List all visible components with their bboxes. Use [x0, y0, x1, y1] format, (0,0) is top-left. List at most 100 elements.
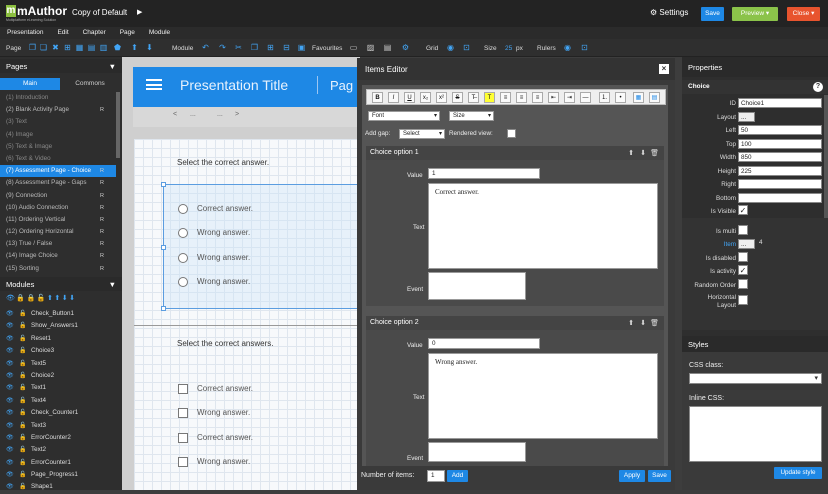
module-list-item[interactable]: 👁 🔓 Check_Button1	[0, 308, 120, 320]
right-input[interactable]	[738, 179, 822, 189]
tag-icon[interactable]: ⬟	[113, 43, 122, 53]
unlock-icon[interactable]: 🔓	[19, 320, 26, 332]
item-button[interactable]: ...	[738, 239, 755, 249]
option-2-text-area[interactable]: Wrong answer.	[428, 353, 658, 439]
unlock-icon[interactable]: 🔓	[19, 345, 26, 357]
copy-page-icon[interactable]: ❐	[28, 43, 37, 53]
module-list-item[interactable]: 👁 🔓 Show_Answers1	[0, 320, 120, 332]
bulleted-list-icon[interactable]: •	[615, 92, 626, 103]
table-icon[interactable]: ▤	[649, 92, 660, 103]
is-activity-checkbox[interactable]: ✓	[738, 265, 748, 275]
update-style-button[interactable]: Update style	[774, 467, 822, 479]
module-list-item[interactable]: 👁 🔓 Choice2	[0, 370, 120, 382]
checkbox-option-1[interactable]	[178, 384, 188, 394]
group-icon[interactable]: ▣	[297, 43, 306, 53]
unlock-icon[interactable]: 🔓	[19, 358, 26, 370]
module-list-item[interactable]: 👁 🔓 Shape1	[0, 481, 120, 493]
module-list-item[interactable]: 👁 🔓 Choice3	[0, 345, 120, 357]
horizontal-layout-checkbox[interactable]	[738, 295, 748, 305]
move-up-icon[interactable]: ⬆	[628, 319, 634, 327]
align-left-icon[interactable]: ≡	[500, 92, 511, 103]
module-list-item[interactable]: 👁 🔓 Reset1	[0, 333, 120, 345]
indent-icon[interactable]: ⇥	[564, 92, 575, 103]
gear-icon[interactable]: ⚙	[401, 43, 410, 53]
page-list-item[interactable]: (1) Introduction	[0, 92, 116, 104]
visibility-icon[interactable]: 👁	[6, 320, 14, 332]
menu-edit[interactable]: Edit	[57, 27, 68, 36]
move-down-icon[interactable]: ⬇	[640, 319, 646, 327]
checkbox-option-3[interactable]	[178, 433, 188, 443]
visibility-icon[interactable]: 👁	[6, 457, 14, 469]
menu-module[interactable]: Module	[149, 27, 170, 36]
page-list-item[interactable]: (14) Image Choice R	[0, 250, 116, 262]
checkbox-option-2[interactable]	[178, 408, 188, 418]
help-icon[interactable]: ?	[813, 82, 823, 92]
option-1-text-area[interactable]: Correct answer.	[428, 183, 658, 269]
menu-presentation[interactable]: Presentation	[7, 27, 44, 36]
unlock-icon[interactable]: 🔓	[19, 420, 26, 432]
page-list-item[interactable]: (6) Text & Video	[0, 153, 116, 165]
visibility-icon[interactable]: 👁	[6, 407, 14, 419]
apply-button[interactable]: Apply	[619, 470, 645, 482]
visibility-icon[interactable]: 👁	[6, 432, 14, 444]
visibility-icon[interactable]: 👁	[6, 420, 14, 432]
numbered-list-icon[interactable]: ⒈	[599, 92, 610, 103]
visibility-icon[interactable]: 👁	[6, 333, 14, 345]
page-layout-icon[interactable]: ▥	[99, 43, 108, 53]
visibility-icon[interactable]: 👁	[6, 358, 14, 370]
subscript-icon[interactable]: x₂	[420, 92, 431, 103]
resize-handle-top-left[interactable]	[161, 182, 166, 187]
undo-icon[interactable]: ↶	[201, 43, 210, 53]
page-settings-icon[interactable]: ▦	[75, 43, 84, 53]
layout-button[interactable]: ...	[738, 112, 755, 122]
unlock-icon[interactable]: 🔓	[19, 469, 26, 481]
page-list-item[interactable]: (12) Ordering Horizontal R	[0, 226, 116, 238]
inline-css-textarea[interactable]	[689, 406, 822, 462]
top-input[interactable]: 100	[738, 139, 822, 149]
add-page-icon[interactable]: ⊞	[63, 43, 72, 53]
hamburger-menu-icon[interactable]	[146, 79, 162, 90]
italic-icon[interactable]: I	[388, 92, 399, 103]
page-list-item[interactable]: (4) Image	[0, 129, 116, 141]
image-icon[interactable]: ▦	[633, 92, 644, 103]
move-up-icon[interactable]: ⬆	[54, 295, 61, 302]
editor-canvas[interactable]: Presentation Title Pag < ... ... > Selec…	[122, 57, 360, 490]
arrow-down-icon[interactable]: ⬇	[145, 43, 154, 53]
preview-button[interactable]: Preview ▾	[732, 7, 778, 21]
radio-option-3[interactable]	[178, 253, 188, 263]
redo-icon[interactable]: ↷	[218, 43, 227, 53]
option-2-value-input[interactable]: 0	[428, 338, 540, 349]
remove-format-icon[interactable]: T̶	[468, 92, 479, 103]
resize-handle-left[interactable]	[161, 245, 166, 250]
selected-choice-module[interactable]	[163, 184, 360, 309]
move-down-icon[interactable]: ⬇	[640, 149, 646, 157]
width-input[interactable]: 850	[738, 152, 822, 162]
unlock-icon[interactable]: 🔓	[19, 382, 26, 394]
random-order-checkbox[interactable]	[738, 279, 748, 289]
save-button[interactable]: Save	[701, 7, 724, 21]
tab-commons[interactable]: Commons	[60, 78, 120, 90]
trash-icon[interactable]: 🗑	[650, 149, 659, 157]
unlock-icon[interactable]: 🔓	[19, 407, 26, 419]
module-list-item[interactable]: 👁 🔓 Page_Progress1	[0, 469, 120, 481]
page-list-item[interactable]: (3) Text	[0, 116, 116, 128]
page-list-item[interactable]: (10) Audio Connection R	[0, 202, 116, 214]
editor-save-button[interactable]: Save	[648, 470, 671, 482]
radio-option-1[interactable]	[178, 204, 188, 214]
lock-all-icon[interactable]: 🔒	[16, 295, 26, 302]
module-list-item[interactable]: 👁 🔓 Text4	[0, 395, 120, 407]
duplicate-page-icon[interactable]: ❏	[39, 43, 48, 53]
add-gap-select[interactable]: Select ▾	[399, 129, 445, 139]
is-visible-checkbox[interactable]: ✓	[738, 205, 748, 215]
nav-next-button[interactable]: >	[235, 111, 239, 118]
superscript-icon[interactable]: x²	[436, 92, 447, 103]
module-list-item[interactable]: 👁 🔓 Text5	[0, 358, 120, 370]
resize-handle-bottom-left[interactable]	[161, 306, 166, 311]
rulers-toggle-icon[interactable]: ◉	[563, 43, 572, 53]
text-module-icon[interactable]: ▭	[349, 43, 358, 53]
grid-snap-icon[interactable]: ⊡	[462, 43, 471, 53]
size-select[interactable]: Size ▾	[449, 111, 494, 121]
move-bottom-icon[interactable]: ⬇	[69, 295, 76, 302]
visibility-icon[interactable]: 👁	[6, 382, 14, 394]
outdent-icon[interactable]: ⇤	[548, 92, 559, 103]
